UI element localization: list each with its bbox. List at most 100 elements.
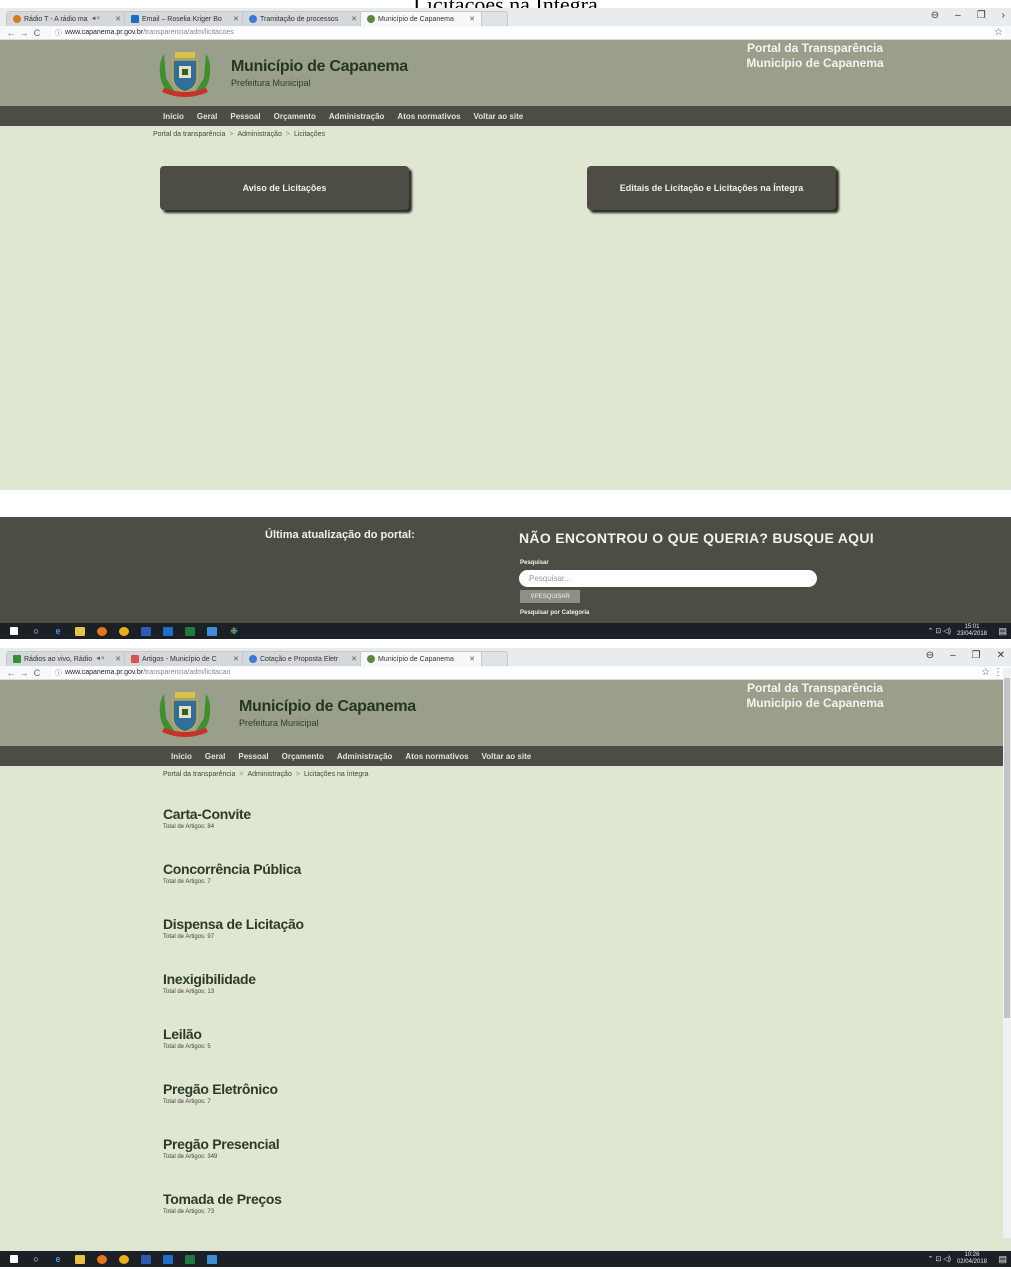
site-name[interactable]: Município de Capanema — [231, 58, 408, 76]
nav-item-pessoal[interactable]: Pessoal — [230, 112, 260, 121]
close-window-icon[interactable]: ✕ — [997, 650, 1005, 661]
maximize-icon[interactable]: ❐ — [972, 650, 981, 661]
list-item[interactable]: Tomada de Preços Total de Artigos: 73 — [163, 1191, 463, 1215]
site-name[interactable]: Município de Capanema — [239, 698, 416, 716]
tab-close-icon[interactable]: ✕ — [229, 15, 239, 23]
nav-item-administracao[interactable]: Administração — [337, 752, 393, 761]
back-icon[interactable]: ← — [6, 28, 16, 38]
forward-icon[interactable]: → — [19, 668, 29, 678]
notification-icon[interactable]: ▤ — [998, 1254, 1007, 1265]
outlook-icon[interactable] — [160, 623, 176, 639]
browser-tab-active[interactable]: Município de Capanema ✕ — [360, 11, 482, 26]
minimize-icon[interactable]: – — [950, 650, 956, 661]
edge-icon[interactable]: e — [50, 1251, 66, 1267]
scrollbar-thumb[interactable] — [1004, 678, 1010, 1018]
category-title[interactable]: Concorrência Pública — [163, 861, 463, 877]
category-title[interactable]: Inexigibilidade — [163, 971, 463, 987]
url-field[interactable]: ⓘ www.capanema.pr.gov.br /transparencia/… — [51, 666, 1005, 679]
category-title[interactable]: Leilão — [163, 1026, 463, 1042]
nav-item-inicio[interactable]: Início — [163, 112, 184, 121]
cortana-icon[interactable]: ○ — [28, 623, 44, 639]
explorer-icon[interactable] — [72, 623, 88, 639]
tab-close-icon[interactable]: ✕ — [465, 655, 475, 663]
coat-of-arms-logo[interactable] — [156, 688, 214, 740]
browser-tab[interactable]: Tramitação de processos ✕ — [242, 11, 364, 26]
category-title[interactable]: Carta-Convite — [163, 806, 463, 822]
word-icon[interactable] — [138, 623, 154, 639]
windows-icon[interactable] — [6, 1251, 22, 1267]
coat-of-arms-logo[interactable] — [156, 48, 214, 100]
minimize-icon[interactable]: – — [955, 10, 961, 21]
explorer-icon[interactable] — [72, 1251, 88, 1267]
nav-item-geral[interactable]: Geral — [197, 112, 217, 121]
aviso-licitacoes-button[interactable]: Aviso de Licitações — [160, 166, 409, 210]
info-icon[interactable]: ⓘ — [55, 28, 62, 38]
clock[interactable]: 10:26 02/04/2018 — [957, 1252, 987, 1266]
category-title[interactable]: Dispensa de Licitação — [163, 916, 463, 932]
list-item[interactable]: Concorrência Pública Total de Artigos: 7 — [163, 861, 463, 885]
clock[interactable]: 15:01 23/04/2018 — [957, 624, 987, 638]
breadcrumb-item[interactable]: Portal da transparência — [153, 131, 225, 138]
app-icon[interactable] — [204, 623, 220, 639]
maximize-icon[interactable]: ❐ — [977, 10, 986, 21]
search-button[interactable]: ⚲ PESQUISAR — [520, 590, 580, 603]
nav-item-orcamento[interactable]: Orçamento — [282, 752, 324, 761]
word-icon[interactable] — [138, 1251, 154, 1267]
back-icon[interactable]: ← — [6, 668, 16, 678]
breadcrumb-item[interactable]: Administração — [237, 131, 281, 138]
browser-tab[interactable]: Artigos - Município de C ✕ — [124, 651, 246, 666]
nav-item-voltar-ao-site[interactable]: Voltar ao site — [482, 752, 532, 761]
tab-close-icon[interactable]: ✕ — [111, 655, 121, 663]
app-icon[interactable] — [204, 1251, 220, 1267]
excel-icon[interactable] — [182, 1251, 198, 1267]
tray-arrows-icon[interactable]: ⌃ ⊡ ◁) — [928, 1255, 951, 1263]
cortana-icon[interactable]: ○ — [28, 1251, 44, 1267]
outlook-icon[interactable] — [160, 1251, 176, 1267]
list-item[interactable]: Inexigibilidade Total de Artigos: 13 — [163, 971, 463, 995]
scrollbar[interactable] — [1003, 668, 1011, 1238]
reload-icon[interactable]: C — [32, 668, 42, 678]
browser-tab[interactable]: Cotação e Proposta Eletr ✕ — [242, 651, 364, 666]
category-title[interactable]: Pregão Eletrônico — [163, 1081, 463, 1097]
star-icon[interactable]: ☆ — [994, 27, 1003, 38]
tray-arrows-icon[interactable]: ⌃ ⊡ ◁) — [928, 627, 951, 635]
category-title[interactable]: Pregão Presencial — [163, 1136, 463, 1152]
browser-tab-active[interactable]: Município de Capanema ✕ — [360, 651, 482, 666]
breadcrumb-item[interactable]: Administração — [247, 771, 291, 778]
nav-item-pessoal[interactable]: Pessoal — [238, 752, 268, 761]
list-item[interactable]: Pregão Presencial Total de Artigos: 349 — [163, 1136, 463, 1160]
nav-item-geral[interactable]: Geral — [205, 752, 225, 761]
tab-close-icon[interactable]: ✕ — [229, 655, 239, 663]
edge-icon[interactable]: e — [50, 623, 66, 639]
tab-audio-icon[interactable]: ◄× — [95, 656, 104, 662]
notification-icon[interactable]: ▤ — [998, 626, 1007, 637]
tab-close-icon[interactable]: ✕ — [347, 15, 357, 23]
close-window-icon[interactable]: › — [1002, 10, 1005, 21]
tab-close-icon[interactable]: ✕ — [111, 15, 121, 23]
browser-tab[interactable]: Email – Roselia Kriger Bo ✕ — [124, 11, 246, 26]
excel-icon[interactable] — [182, 623, 198, 639]
windows-icon[interactable] — [6, 623, 22, 639]
new-tab-button[interactable] — [478, 651, 508, 666]
firefox-icon[interactable] — [94, 623, 110, 639]
nav-item-administracao[interactable]: Administração — [329, 112, 385, 121]
nav-item-voltar-ao-site[interactable]: Voltar ao site — [474, 112, 524, 121]
nav-item-atos-normativos[interactable]: Atos normativos — [405, 752, 468, 761]
url-field[interactable]: ⓘ www.capanema.pr.gov.br /transparencia/… — [51, 26, 1005, 39]
chrome-icon[interactable] — [116, 623, 132, 639]
editais-licitacao-button[interactable]: Editais de Licitação e Licitações na Ínt… — [587, 166, 836, 210]
reload-icon[interactable]: C — [32, 28, 42, 38]
tab-close-icon[interactable]: ✕ — [347, 655, 357, 663]
list-item[interactable]: Carta-Convite Total de Artigos: 84 — [163, 806, 463, 830]
account-icon[interactable]: ⊖ — [931, 10, 939, 21]
nav-item-orcamento[interactable]: Orçamento — [274, 112, 316, 121]
tab-audio-icon[interactable]: ◄× — [91, 16, 100, 22]
chrome-icon[interactable] — [116, 1251, 132, 1267]
forward-icon[interactable]: → — [19, 28, 29, 38]
star-icon[interactable]: ☆ ⋮ — [981, 667, 1003, 678]
browser-tab[interactable]: Rádio T - A rádio ma ◄× ✕ — [6, 11, 128, 26]
nav-item-atos-normativos[interactable]: Atos normativos — [397, 112, 460, 121]
network-app-icon[interactable]: ❉ — [226, 623, 242, 639]
breadcrumb-item[interactable]: Portal da transparência — [163, 771, 235, 778]
list-item[interactable]: Leilão Total de Artigos: 5 — [163, 1026, 463, 1050]
